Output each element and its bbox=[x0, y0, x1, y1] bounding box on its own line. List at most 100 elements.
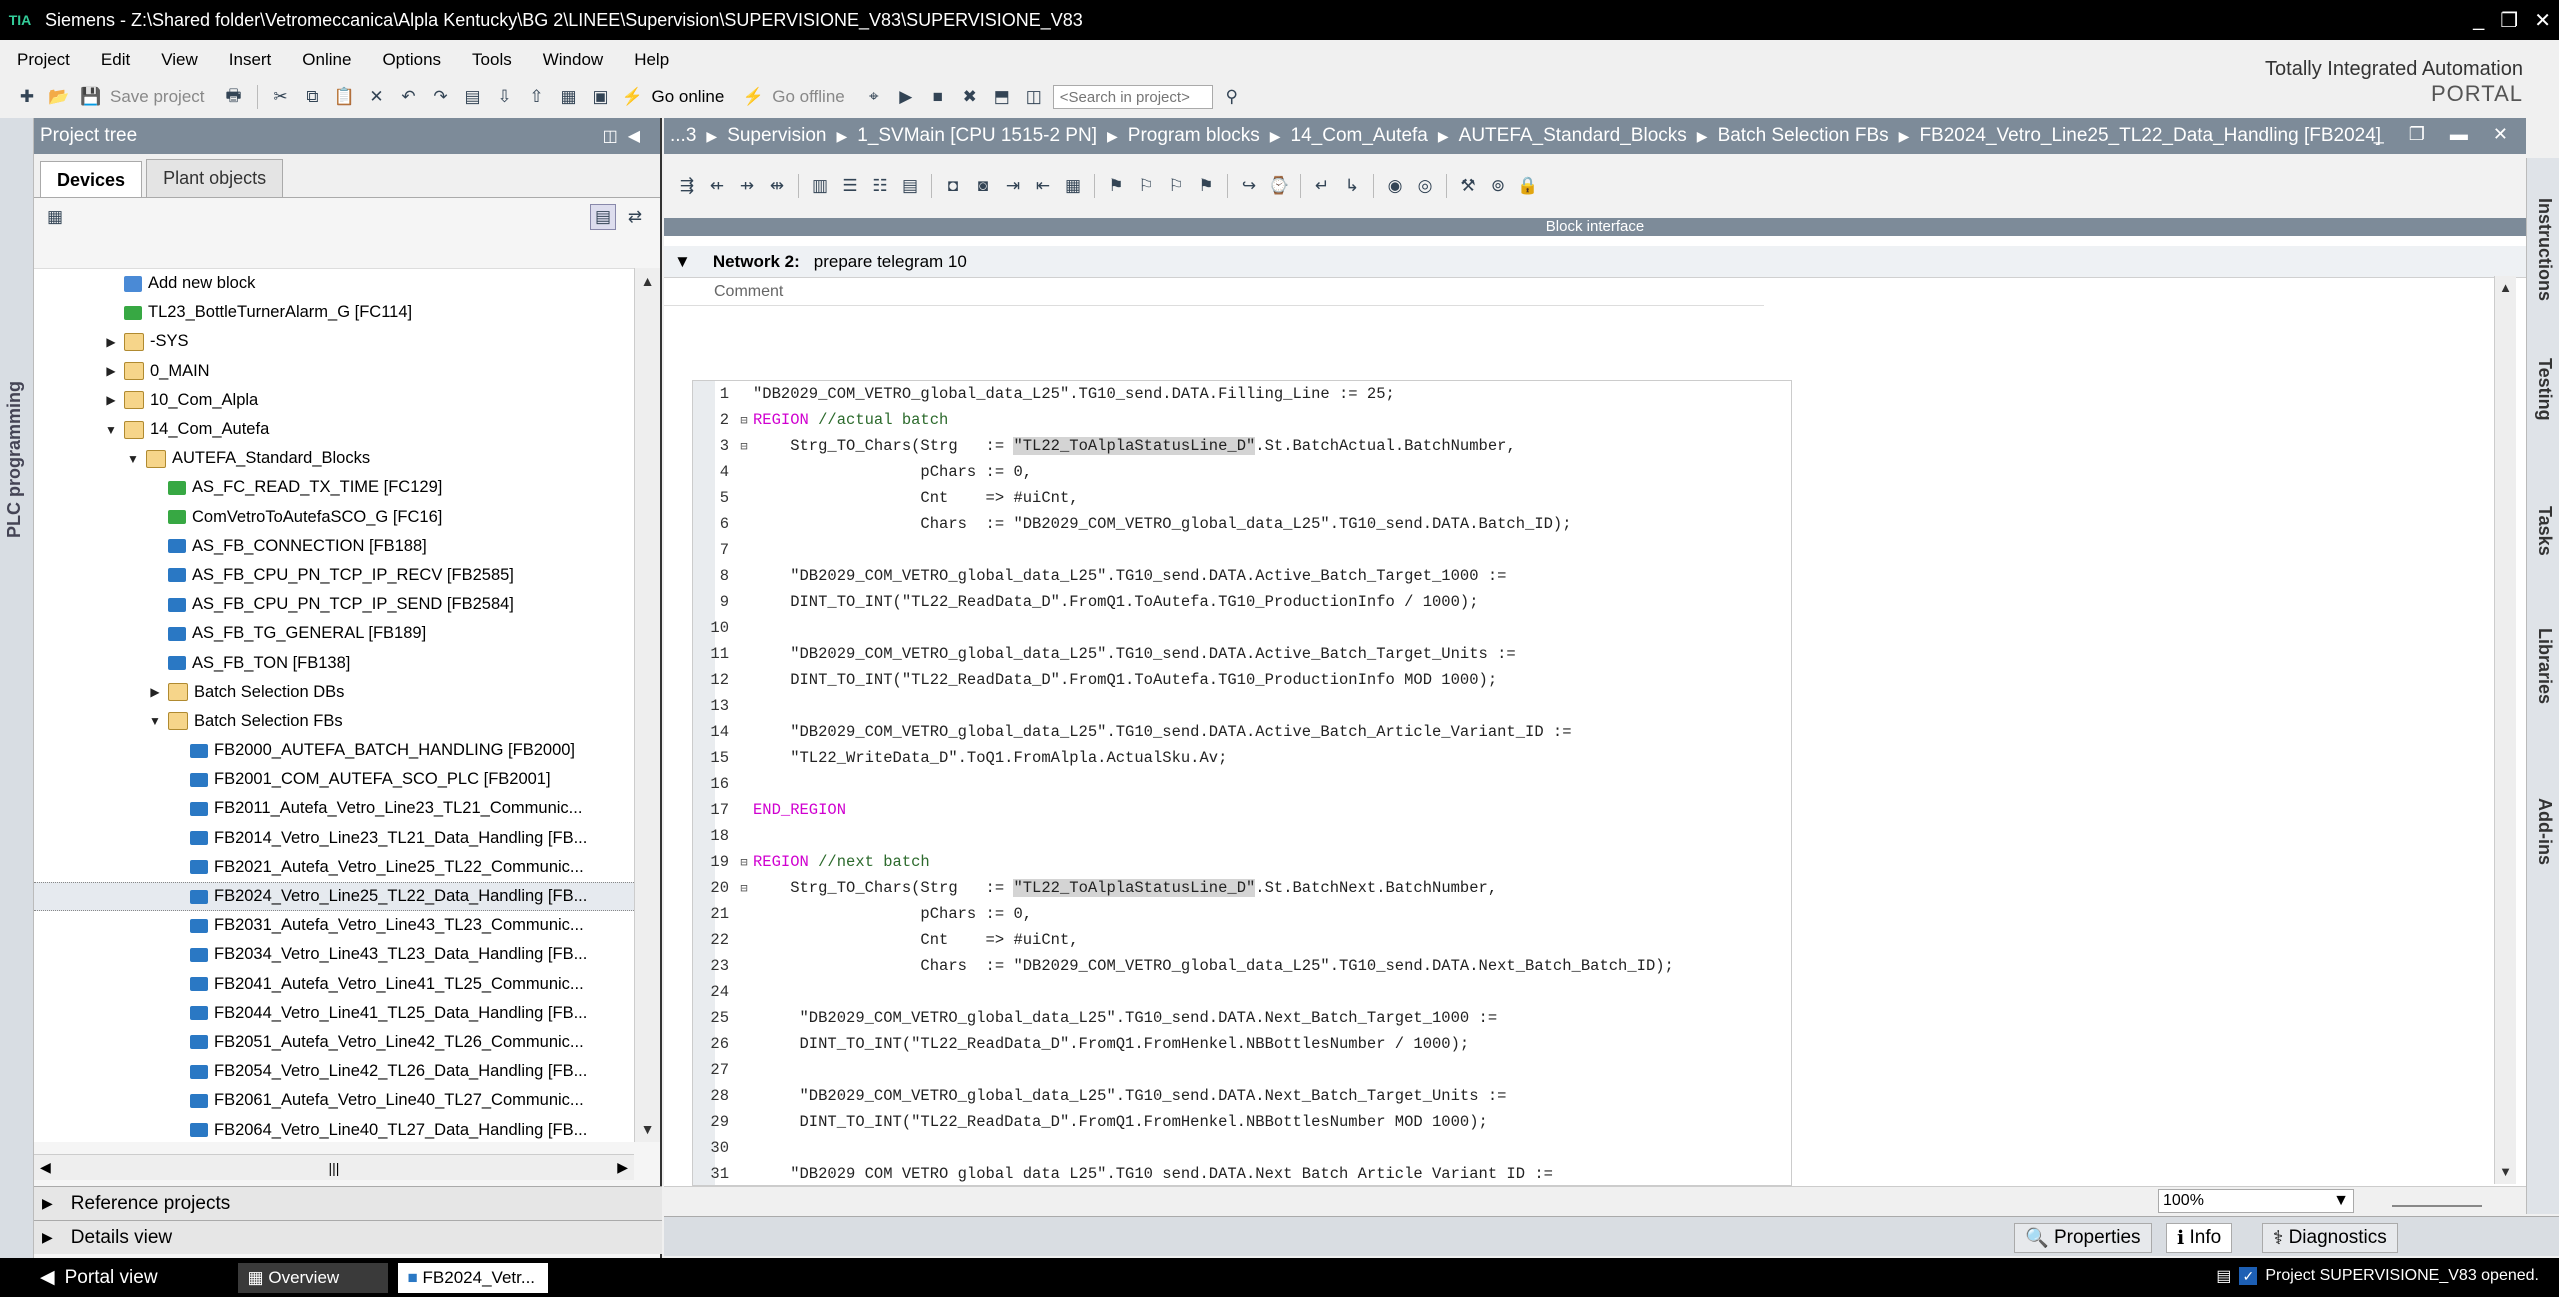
tree-item[interactable]: FB2011_Autefa_Vetro_Line23_TL21_Communic… bbox=[34, 794, 634, 823]
code-line[interactable]: 21 pChars := 0, bbox=[693, 901, 1791, 927]
format-icon[interactable]: ▦ bbox=[1060, 173, 1086, 199]
code-text[interactable]: "TL22_WriteData_D".ToQ1.FromAlpla.Actual… bbox=[753, 749, 1227, 767]
code-line[interactable]: 28 "DB2029_COM_VETRO_global_data_L25".TG… bbox=[693, 1083, 1791, 1109]
menu-window[interactable]: Window bbox=[526, 50, 617, 70]
code-line[interactable]: 17 END_REGION bbox=[693, 797, 1791, 823]
tree-item[interactable]: FB2014_Vetro_Line23_TL21_Data_Handling [… bbox=[34, 824, 634, 853]
scroll-left-icon[interactable]: ◀ bbox=[40, 1159, 51, 1176]
tool-icon[interactable]: ⚒ bbox=[1455, 173, 1481, 199]
download-icon[interactable]: ⇩ bbox=[492, 84, 518, 110]
expand-arrow-icon[interactable]: ▶ bbox=[42, 1195, 53, 1212]
go-offline-button[interactable]: Go offline bbox=[772, 87, 844, 107]
tree-item[interactable]: FB2061_Autefa_Vetro_Line40_TL27_Communic… bbox=[34, 1086, 634, 1115]
code-line[interactable]: 31 "DB2029 COM VETRO global data L25".TG… bbox=[693, 1161, 1791, 1185]
code-text[interactable]: pChars := 0, bbox=[753, 905, 1032, 923]
outdent-icon[interactable]: ⇤ bbox=[1030, 173, 1056, 199]
glasses-icon[interactable]: ⊚ bbox=[1485, 173, 1511, 199]
code-line[interactable]: 5 Cnt => #uiCnt, bbox=[693, 485, 1791, 511]
code-text[interactable]: DINT_TO_INT("TL22_ReadData_D".FromQ1.ToA… bbox=[753, 671, 1497, 689]
scroll-thumb-icon[interactable]: ||| bbox=[329, 1160, 340, 1176]
code-line[interactable]: 22 Cnt => #uiCnt, bbox=[693, 927, 1791, 953]
breadcrumb-item[interactable]: Batch Selection FBs bbox=[1718, 125, 1889, 147]
expand-all-icon[interactable]: ☰ bbox=[837, 173, 863, 199]
tab-properties[interactable]: 🔍 Properties bbox=[2014, 1223, 2152, 1253]
go-offline-icon[interactable]: ⚡ bbox=[740, 84, 766, 110]
code-text[interactable]: pChars := 0, bbox=[753, 463, 1032, 481]
code-line[interactable]: 10 bbox=[693, 615, 1791, 641]
minimize-button[interactable]: _ bbox=[2473, 9, 2484, 32]
code-line[interactable]: 13 bbox=[693, 693, 1791, 719]
code-line[interactable]: 6 Chars := "DB2029_COM_VETRO_global_data… bbox=[693, 511, 1791, 537]
code-line[interactable]: 16 bbox=[693, 771, 1791, 797]
code-text[interactable]: END_REGION bbox=[753, 801, 846, 819]
tree-item[interactable]: AS_FB_CPU_PN_TCP_IP_RECV [FB2585] bbox=[34, 561, 634, 590]
pin-icon[interactable]: ◫ bbox=[603, 128, 628, 145]
code-line[interactable]: 2 ⊟ REGION //actual batch bbox=[693, 407, 1791, 433]
scroll-up-icon[interactable]: ▲ bbox=[2495, 276, 2516, 300]
breadcrumb-item[interactable]: Program blocks bbox=[1128, 125, 1260, 147]
code-line[interactable]: 19 ⊟ REGION //next batch bbox=[693, 849, 1791, 875]
list-view-icon[interactable]: ▤ bbox=[590, 204, 616, 230]
save-project-button[interactable]: Save project bbox=[110, 87, 205, 107]
split-horizontal-icon[interactable]: ⬒ bbox=[989, 84, 1015, 110]
code-line[interactable]: 7 bbox=[693, 537, 1791, 563]
tree-item[interactable]: FB2051_Autefa_Vetro_Line42_TL26_Communic… bbox=[34, 1028, 634, 1057]
tree-horizontal-scrollbar[interactable]: ◀ ||| ▶ bbox=[34, 1154, 634, 1180]
task-card-add-ins[interactable]: Add-ins bbox=[2534, 798, 2555, 865]
editor-vertical-scrollbar[interactable]: ▲ ▼ bbox=[2494, 276, 2516, 1184]
code-text[interactable]: REGION //actual batch bbox=[753, 411, 948, 429]
delete-network-icon[interactable]: ⇷ bbox=[704, 173, 730, 199]
tree-item[interactable]: Add new block bbox=[34, 269, 634, 298]
breadcrumb-item[interactable]: Supervision bbox=[727, 125, 826, 147]
portal-view-button[interactable]: ◀ Portal view bbox=[40, 1266, 158, 1289]
upload-icon[interactable]: ⇧ bbox=[524, 84, 550, 110]
tab-plant-objects[interactable]: Plant objects bbox=[146, 159, 284, 197]
tree-item[interactable]: ▶ 0_MAIN bbox=[34, 357, 634, 386]
code-line[interactable]: 26 DINT_TO_INT("TL22_ReadData_D".FromQ1.… bbox=[693, 1031, 1791, 1057]
code-text[interactable]: Strg_TO_Chars(Strg := "TL22_ToAlplaStatu… bbox=[753, 879, 1497, 897]
status-list-icon[interactable]: ▤ bbox=[2216, 1266, 2231, 1286]
insert-row-icon[interactable]: ⇸ bbox=[734, 173, 760, 199]
scroll-down-icon[interactable]: ▼ bbox=[2495, 1160, 2516, 1184]
tree-item[interactable]: FB2034_Vetro_Line43_TL23_Data_Handling [… bbox=[34, 940, 634, 969]
task-card-instructions[interactable]: Instructions bbox=[2534, 198, 2555, 301]
save-icon[interactable]: 💾 bbox=[78, 84, 104, 110]
plc-programming-strip[interactable]: PLC programming bbox=[0, 118, 34, 1258]
cut-icon[interactable]: ✂ bbox=[268, 84, 294, 110]
menu-project[interactable]: Project bbox=[0, 50, 84, 70]
code-line[interactable]: 9 DINT_TO_INT("TL22_ReadData_D".FromQ1.T… bbox=[693, 589, 1791, 615]
code-text[interactable]: DINT_TO_INT("TL22_ReadData_D".FromQ1.Fro… bbox=[753, 1113, 1488, 1131]
code-line[interactable]: 27 bbox=[693, 1057, 1791, 1083]
breadcrumb-item[interactable]: 14_Com_Autefa bbox=[1291, 125, 1428, 147]
tree-item[interactable]: AS_FB_TG_GENERAL [FB189] bbox=[34, 619, 634, 648]
accessible-devices-icon[interactable]: ⌖ bbox=[861, 84, 887, 110]
code-line[interactable]: 25 "DB2029_COM_VETRO_global_data_L25".TG… bbox=[693, 1005, 1791, 1031]
insert-network-icon[interactable]: ⇶ bbox=[674, 173, 700, 199]
code-text[interactable]: Chars := "DB2029_COM_VETRO_global_data_L… bbox=[753, 515, 1571, 533]
network-comment[interactable]: Comment bbox=[664, 278, 1764, 306]
code-line[interactable]: 14 "DB2029_COM_VETRO_global_data_L25".TG… bbox=[693, 719, 1791, 745]
expand-arrow-icon[interactable]: ▶ bbox=[104, 364, 118, 378]
tree-item[interactable]: TL23_BottleTurnerAlarm_G [FC114] bbox=[34, 298, 634, 327]
tree-item[interactable]: ▶ -SYS bbox=[34, 327, 634, 356]
code-text[interactable]: Strg_TO_Chars(Strg := "TL22_ToAlplaStatu… bbox=[753, 437, 1516, 455]
fold-toggle-icon[interactable]: ⊟ bbox=[735, 855, 753, 870]
go-line-icon[interactable]: ↵ bbox=[1309, 173, 1335, 199]
breadcrumb-item[interactable]: 1_SVMain [CPU 1515-2 PN] bbox=[857, 125, 1097, 147]
tree-item[interactable]: FB2000_AUTEFA_BATCH_HANDLING [FB2000] bbox=[34, 736, 634, 765]
menu-edit[interactable]: Edit bbox=[84, 50, 144, 70]
watch-icon[interactable]: ◎ bbox=[1412, 173, 1438, 199]
chevron-down-icon[interactable]: ▼ bbox=[2333, 1192, 2349, 1210]
code-line[interactable]: 30 bbox=[693, 1135, 1791, 1161]
expand-arrow-icon[interactable]: ▶ bbox=[104, 335, 118, 349]
comment-icon[interactable]: ◘ bbox=[940, 173, 966, 199]
step-icon[interactable]: ↳ bbox=[1339, 173, 1365, 199]
code-line[interactable]: 3 ⊟ Strg_TO_Chars(Strg := "TL22_ToAlplaSt… bbox=[693, 433, 1791, 459]
tree-item[interactable]: AS_FB_TON [FB138] bbox=[34, 648, 634, 677]
task-overview[interactable]: ▦ Overview bbox=[237, 1262, 388, 1293]
lock-icon[interactable]: 🔒 bbox=[1515, 173, 1541, 199]
code-line[interactable]: 8 "DB2029_COM_VETRO_global_data_L25".TG1… bbox=[693, 563, 1791, 589]
code-area[interactable]: 1 "DB2029_COM_VETRO_global_data_L25".TG10… bbox=[692, 380, 1792, 1186]
breadcrumb-item[interactable]: AUTEFA_Standard_Blocks bbox=[1459, 125, 1687, 147]
fold-toggle-icon[interactable]: ⊟ bbox=[735, 439, 753, 454]
